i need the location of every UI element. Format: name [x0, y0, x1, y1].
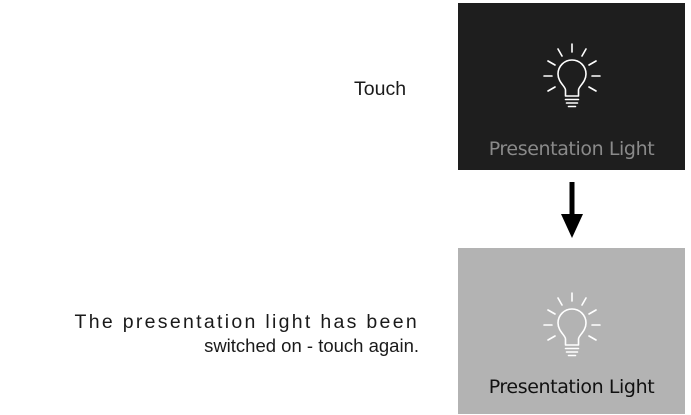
lightbulb-icon [542, 292, 601, 357]
presentation-light-label: Presentation Light [488, 138, 655, 160]
description-line-2: switched on - touch again. [204, 335, 419, 356]
arrow-down-icon [561, 182, 583, 238]
description-line-1: The presentation light has been [74, 311, 419, 333]
lightbulb-icon [542, 43, 601, 108]
presentation-light-button-off[interactable]: Presentation Light [458, 3, 685, 170]
presentation-light-label: Presentation Light [488, 376, 655, 398]
presentation-light-button-on[interactable]: Presentation Light [458, 248, 685, 414]
touch-instruction: Touch [354, 78, 407, 100]
switched-on-description: The presentation light has been switched… [0, 311, 420, 357]
